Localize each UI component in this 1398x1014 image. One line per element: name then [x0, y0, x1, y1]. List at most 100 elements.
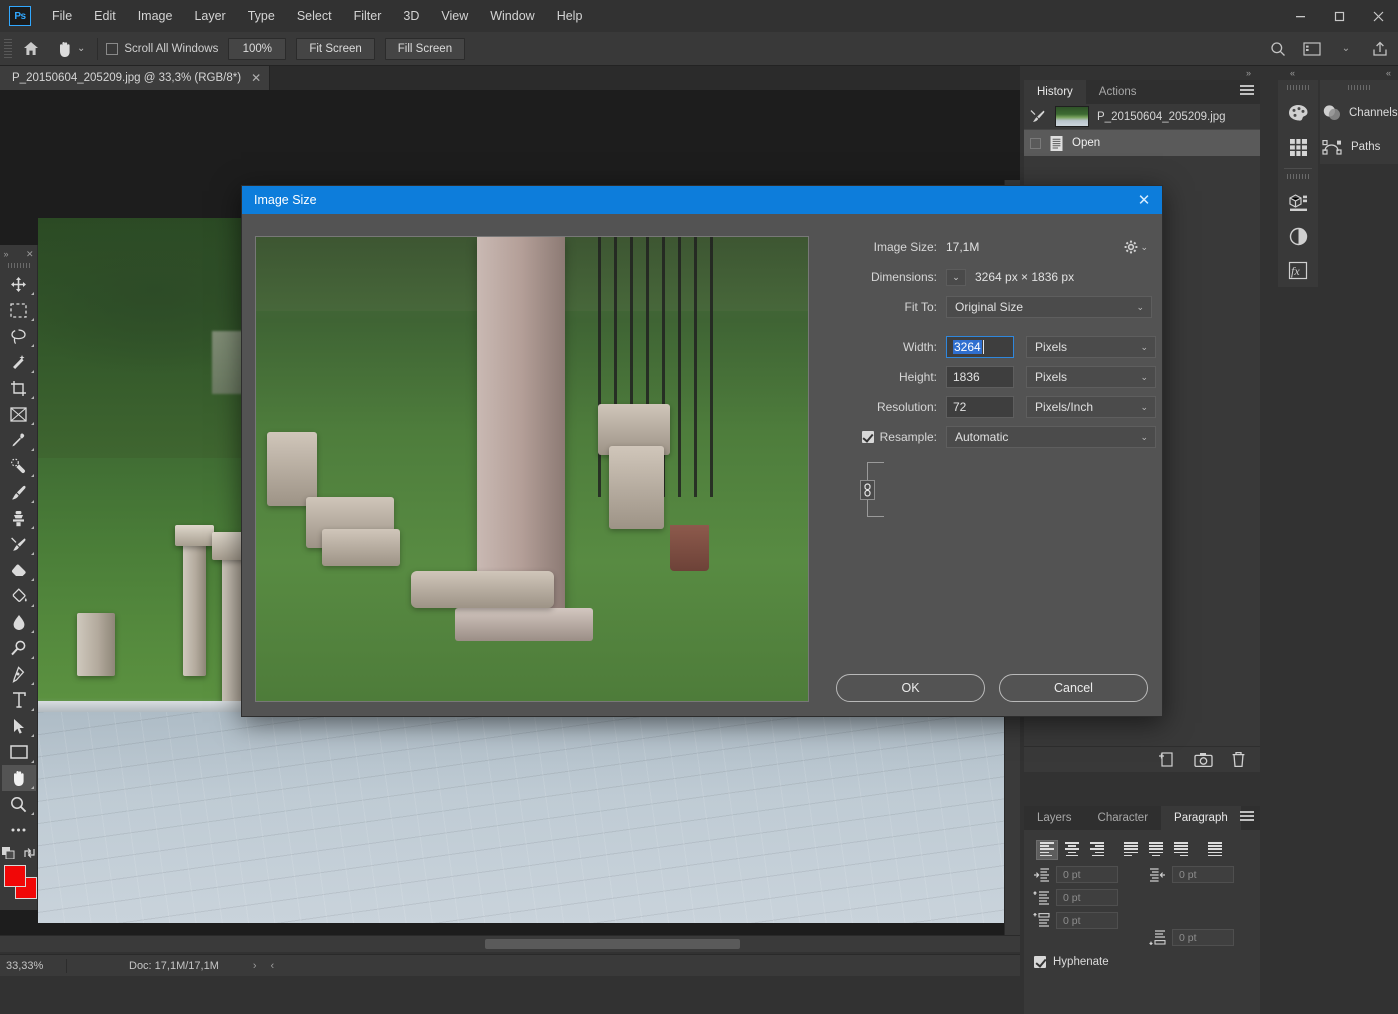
- color-panel-icon[interactable]: [1278, 96, 1318, 130]
- delete-icon[interactable]: [1231, 751, 1246, 768]
- resolution-unit-select[interactable]: Pixels/Inch ⌄: [1026, 396, 1156, 418]
- image-preview[interactable]: [255, 236, 809, 702]
- color-swatches[interactable]: [2, 863, 37, 903]
- fit-to-select[interactable]: Original Size ⌄: [946, 296, 1152, 318]
- panel-menu-icon[interactable]: [1240, 85, 1254, 97]
- checkbox-box[interactable]: [1034, 956, 1046, 968]
- 3d-panel-icon[interactable]: [1278, 185, 1318, 219]
- resample-checkbox[interactable]: [861, 431, 874, 443]
- clone-stamp-tool[interactable]: [2, 505, 36, 531]
- rectangular-marquee-tool[interactable]: [2, 297, 36, 323]
- eyedropper-tool[interactable]: [2, 427, 36, 453]
- frame-tool[interactable]: [2, 401, 36, 427]
- styles-fx-panel-icon[interactable]: fx: [1278, 253, 1318, 287]
- menu-help[interactable]: Help: [546, 0, 594, 32]
- zoom-level[interactable]: 33,33%: [0, 960, 66, 972]
- scroll-all-windows-checkbox[interactable]: Scroll All Windows: [106, 42, 218, 55]
- ok-button[interactable]: OK: [836, 674, 985, 702]
- menu-type[interactable]: Type: [237, 0, 286, 32]
- constrain-proportions-link[interactable]: [858, 462, 884, 518]
- status-collapse-icon[interactable]: ‹: [271, 960, 275, 972]
- horizontal-scroll-thumb[interactable]: [485, 939, 740, 949]
- checkbox-box[interactable]: [106, 42, 119, 55]
- width-input[interactable]: 3264: [946, 336, 1014, 358]
- zoom-tool[interactable]: [2, 791, 36, 817]
- menu-view[interactable]: View: [430, 0, 479, 32]
- maximize-button[interactable]: [1320, 0, 1359, 32]
- blur-tool[interactable]: [2, 609, 36, 635]
- justify-last-right-button[interactable]: [1170, 840, 1192, 860]
- chevron-down-icon[interactable]: ⌄: [1334, 37, 1358, 61]
- swatches-panel-icon[interactable]: [1278, 130, 1318, 164]
- toolbar-grip[interactable]: [7, 263, 30, 268]
- chain-link-icon[interactable]: [860, 480, 875, 500]
- history-collapse-icon[interactable]: »: [1020, 66, 1256, 80]
- panel-channels[interactable]: Channels: [1320, 96, 1398, 130]
- share-icon[interactable]: [1368, 37, 1392, 61]
- menu-image[interactable]: Image: [127, 0, 184, 32]
- panel-menu-icon[interactable]: [1240, 811, 1254, 823]
- menu-3d[interactable]: 3D: [392, 0, 430, 32]
- resolution-input[interactable]: 72: [946, 396, 1014, 418]
- menu-file[interactable]: File: [41, 0, 83, 32]
- minimize-button[interactable]: [1281, 0, 1320, 32]
- resample-select[interactable]: Automatic ⌄: [946, 426, 1156, 448]
- tab-layers[interactable]: Layers: [1024, 806, 1085, 830]
- history-snapshot-row[interactable]: P_20150604_205209.jpg: [1024, 104, 1260, 130]
- close-icon[interactable]: ✕: [251, 71, 261, 85]
- brush-tool[interactable]: [2, 479, 36, 505]
- magic-wand-tool[interactable]: [2, 349, 36, 375]
- named-rail-grip[interactable]: [1348, 85, 1370, 90]
- hand-tool[interactable]: [1, 765, 36, 791]
- path-selection-tool[interactable]: [2, 713, 36, 739]
- width-unit-select[interactable]: Pixels ⌄: [1026, 336, 1156, 358]
- history-state-checkbox[interactable]: [1030, 137, 1041, 149]
- paint-bucket-tool[interactable]: [2, 583, 36, 609]
- history-state-row[interactable]: Open: [1024, 130, 1260, 156]
- workspace-icon[interactable]: [1300, 37, 1324, 61]
- toolbar-collapse-icon[interactable]: »: [4, 249, 9, 259]
- tab-character[interactable]: Character: [1084, 806, 1162, 830]
- healing-brush-tool[interactable]: [2, 453, 36, 479]
- home-icon[interactable]: [16, 36, 46, 62]
- rail-collapse-icon[interactable]: «: [1256, 66, 1300, 80]
- options-bar-grip[interactable]: [4, 38, 12, 59]
- close-button[interactable]: [1359, 0, 1398, 32]
- fill-screen-button[interactable]: Fill Screen: [384, 37, 466, 60]
- dodge-tool[interactable]: [2, 635, 36, 661]
- align-right-button[interactable]: [1086, 840, 1108, 860]
- status-expand-icon[interactable]: ›: [253, 960, 257, 972]
- icon-rail-grip[interactable]: [1287, 85, 1309, 90]
- close-icon[interactable]: ✕: [1134, 190, 1154, 210]
- menu-filter[interactable]: Filter: [343, 0, 393, 32]
- new-document-from-state-icon[interactable]: [1158, 751, 1176, 768]
- indent-first-line-field[interactable]: 0 pt: [1056, 889, 1118, 906]
- menu-select[interactable]: Select: [286, 0, 343, 32]
- named-rail-collapse-icon[interactable]: «: [1300, 66, 1396, 80]
- menu-layer[interactable]: Layer: [183, 0, 236, 32]
- dimensions-chevron-down-icon[interactable]: ⌄: [946, 268, 966, 286]
- align-center-button[interactable]: [1061, 840, 1083, 860]
- justify-last-center-button[interactable]: [1145, 840, 1167, 860]
- fit-screen-button[interactable]: Fit Screen: [296, 37, 375, 60]
- indent-right-margin-field[interactable]: 0 pt: [1172, 866, 1234, 883]
- adjustments-panel-icon[interactable]: [1278, 219, 1318, 253]
- lasso-tool[interactable]: [2, 323, 36, 349]
- panel-paths[interactable]: Paths: [1320, 130, 1398, 164]
- menu-edit[interactable]: Edit: [83, 0, 127, 32]
- type-tool[interactable]: [2, 687, 36, 713]
- justify-last-left-button[interactable]: [1120, 840, 1142, 860]
- more-tools-icon[interactable]: [2, 817, 36, 843]
- default-colors-icon[interactable]: [1, 847, 15, 859]
- crop-tool[interactable]: [2, 375, 36, 401]
- current-tool-hand-icon[interactable]: ⌄: [52, 36, 89, 62]
- align-left-button[interactable]: [1036, 840, 1058, 860]
- search-icon[interactable]: [1266, 37, 1290, 61]
- pen-tool[interactable]: [2, 661, 36, 687]
- rectangle-tool[interactable]: [2, 739, 36, 765]
- justify-all-button[interactable]: [1204, 840, 1226, 860]
- document-tab[interactable]: P_20150604_205209.jpg @ 33,3% (RGB/8*) ✕: [0, 66, 271, 90]
- eraser-tool[interactable]: [2, 557, 36, 583]
- height-input[interactable]: 1836: [946, 366, 1014, 388]
- create-snapshot-icon[interactable]: [1194, 752, 1213, 768]
